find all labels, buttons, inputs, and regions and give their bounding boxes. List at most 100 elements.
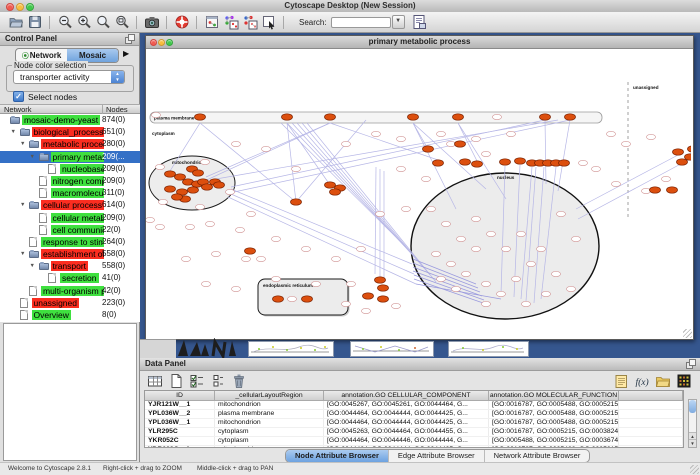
tree-row-label[interactable]: establishment of lo	[41, 249, 104, 259]
graph-node-unselected[interactable]	[397, 136, 406, 141]
tree-row-label[interactable]: Overview	[32, 310, 71, 320]
table-cell[interactable]: [GO:0016787, GO:0005488, GO:0005215, G..…	[489, 410, 619, 418]
graph-edge[interactable]	[413, 123, 428, 149]
graph-node-colored[interactable]	[688, 146, 692, 152]
graph-node-colored[interactable]	[559, 160, 570, 166]
network-window-titlebar[interactable]: primary metabolic process	[146, 36, 693, 49]
graph-node-unselected[interactable]	[662, 176, 671, 181]
table-column-header[interactable]: annotation.GO MOLECULAR_FUNCTION	[489, 391, 619, 400]
table-row[interactable]: YDR039C__1mitochondrion[GO:0044464, GO:0…	[145, 446, 683, 448]
tab-edge-attribute-browser[interactable]: Edge Attribute Browser	[388, 450, 484, 462]
table-cell[interactable]: [GO:0045263, GO:0044464, GO:0044455, G..…	[324, 428, 489, 436]
graph-node-unselected[interactable]	[242, 256, 251, 261]
table-column-header[interactable]: _cellularLayoutRegion	[215, 391, 324, 400]
graph-node-unselected[interactable]	[432, 251, 441, 256]
graph-node-colored[interactable]	[291, 199, 302, 205]
graph-node-colored[interactable]	[188, 187, 199, 193]
table-cell[interactable]: YJR121W__1	[145, 401, 215, 409]
graph-node-unselected[interactable]	[437, 131, 446, 136]
table-row[interactable]: YPL036W__1mitochondrion[GO:0044464, GO:0…	[145, 419, 683, 428]
table-cell[interactable]: [GO:0044464, GO:0044444, GO:0044425, G..…	[324, 410, 489, 418]
graph-node-unselected[interactable]	[236, 227, 245, 232]
graph-node-colored[interactable]	[202, 184, 213, 190]
graph-node-unselected[interactable]	[247, 211, 256, 216]
graph-node-unselected[interactable]	[146, 217, 155, 222]
help-icon[interactable]	[172, 14, 191, 31]
table-cell[interactable]: [GO:0016787, GO:0005215, GO:0003824, G..…	[489, 428, 619, 436]
expand-triangle-icon[interactable]: ▼	[20, 251, 25, 257]
tree-row-label[interactable]: metabolic process	[41, 139, 104, 149]
tree-row[interactable]: mosaic-demo-yeast874(0)	[0, 114, 140, 126]
table-cell[interactable]: [GO:0016787, GO:0005488, GO:0005215, G..…	[489, 446, 619, 448]
tree-row[interactable]: unassigned223(0)	[0, 297, 140, 309]
graph-node-unselected[interactable]	[487, 231, 496, 236]
graph-node-colored[interactable]	[673, 149, 684, 155]
zoom-in-icon[interactable]	[74, 14, 93, 31]
graph-node-unselected[interactable]	[342, 301, 351, 306]
tree-row[interactable]: macromolecule311(0)	[0, 187, 140, 199]
tree-row[interactable]: ▼biological_process651(0)	[0, 126, 140, 138]
layout-region-1-icon[interactable]	[221, 14, 240, 31]
graph-node-unselected[interactable]	[182, 256, 191, 261]
attribute-editor-icon[interactable]	[410, 14, 429, 31]
graph-node-unselected[interactable]	[196, 204, 205, 209]
graph-node-colored[interactable]	[455, 141, 466, 147]
graph-node-unselected[interactable]	[427, 206, 436, 211]
graph-edge[interactable]	[413, 123, 456, 209]
graph-node-unselected[interactable]	[647, 134, 656, 139]
select-nodes-checkbox[interactable]: ✓	[13, 91, 24, 102]
tree-row[interactable]: multi-organism pro42(0)	[0, 285, 140, 297]
tree-row-label[interactable]: nitrogen compo	[51, 176, 105, 186]
graph-node-unselected[interactable]	[288, 296, 297, 301]
graph-node-colored[interactable]	[677, 159, 688, 165]
tree-row-label[interactable]: cellular metabo	[51, 213, 105, 223]
tree-row-label[interactable]: unassigned	[32, 298, 79, 308]
graph-node-colored[interactable]	[172, 194, 183, 200]
scrollbar-thumb[interactable]	[689, 400, 696, 413]
graph-edge[interactable]	[287, 123, 296, 202]
tree-row[interactable]: ▼cellular process614(0)	[0, 199, 140, 211]
graph-node-unselected[interactable]	[272, 236, 281, 241]
table-cell[interactable]: YPL036W__1	[145, 419, 215, 427]
graph-edge[interactable]	[302, 123, 430, 275]
graph-node-unselected[interactable]	[462, 271, 471, 276]
graph-node-unselected[interactable]	[493, 114, 502, 119]
graph-node-unselected[interactable]	[542, 291, 551, 296]
tree-row[interactable]: cell communicat22(0)	[0, 224, 140, 236]
table-row[interactable]: YLR295Ccytoplasm[GO:0045263, GO:0044464,…	[145, 428, 683, 437]
expand-triangle-icon[interactable]: ▼	[30, 263, 35, 269]
graph-node-unselected[interactable]	[152, 112, 161, 117]
table-cell[interactable]: [GO:0044464, GO:0044444, GO:0044425, G..…	[324, 419, 489, 427]
network-overlay-icon[interactable]	[202, 14, 221, 31]
table-cell[interactable]: mitochondrion	[215, 446, 324, 448]
node-color-dropdown[interactable]: transporter activity ▲▼	[13, 70, 125, 84]
attribute-list-icon[interactable]	[208, 372, 227, 389]
window-resize-grip[interactable]	[683, 329, 692, 338]
background-network-window-2[interactable]	[350, 341, 434, 357]
table-column-header[interactable]: ID	[145, 391, 215, 400]
graph-node-unselected[interactable]	[232, 286, 241, 291]
graph-node-unselected[interactable]	[579, 160, 588, 165]
graph-node-colored[interactable]	[667, 187, 678, 193]
graph-node-colored[interactable]	[453, 114, 464, 120]
table-cell[interactable]: [GO:0044464, GO:0044446, GO:0044444, G..…	[324, 437, 489, 445]
graph-node-colored[interactable]	[378, 285, 389, 291]
notes-icon[interactable]	[611, 372, 630, 389]
graph-node-unselected[interactable]	[552, 271, 561, 276]
graph-node-unselected[interactable]	[522, 301, 531, 306]
table-cell[interactable]	[619, 437, 683, 445]
graph-node-colored[interactable]	[500, 159, 511, 165]
graph-node-unselected[interactable]	[517, 231, 526, 236]
tree-row[interactable]: ▼metabolic process280(0)	[0, 138, 140, 150]
graph-node-unselected[interactable]	[357, 246, 366, 251]
open-file-icon[interactable]	[6, 14, 25, 31]
graph-node-colored[interactable]	[565, 114, 576, 120]
graph-node-colored[interactable]	[363, 293, 374, 299]
table-column-header[interactable]: annotation.GO CELLULAR_COMPONENT	[324, 391, 489, 400]
tree-row[interactable]: ▼primary metabo209(...	[0, 151, 140, 163]
graph-node-unselected[interactable]	[212, 251, 221, 256]
graph-node-unselected[interactable]	[472, 136, 481, 141]
tree-row[interactable]: Overview8(0)	[0, 309, 140, 321]
table-row[interactable]: YPL036W__2plasma membrane[GO:0044464, GO…	[145, 410, 683, 419]
graph-node-unselected[interactable]	[159, 199, 168, 204]
